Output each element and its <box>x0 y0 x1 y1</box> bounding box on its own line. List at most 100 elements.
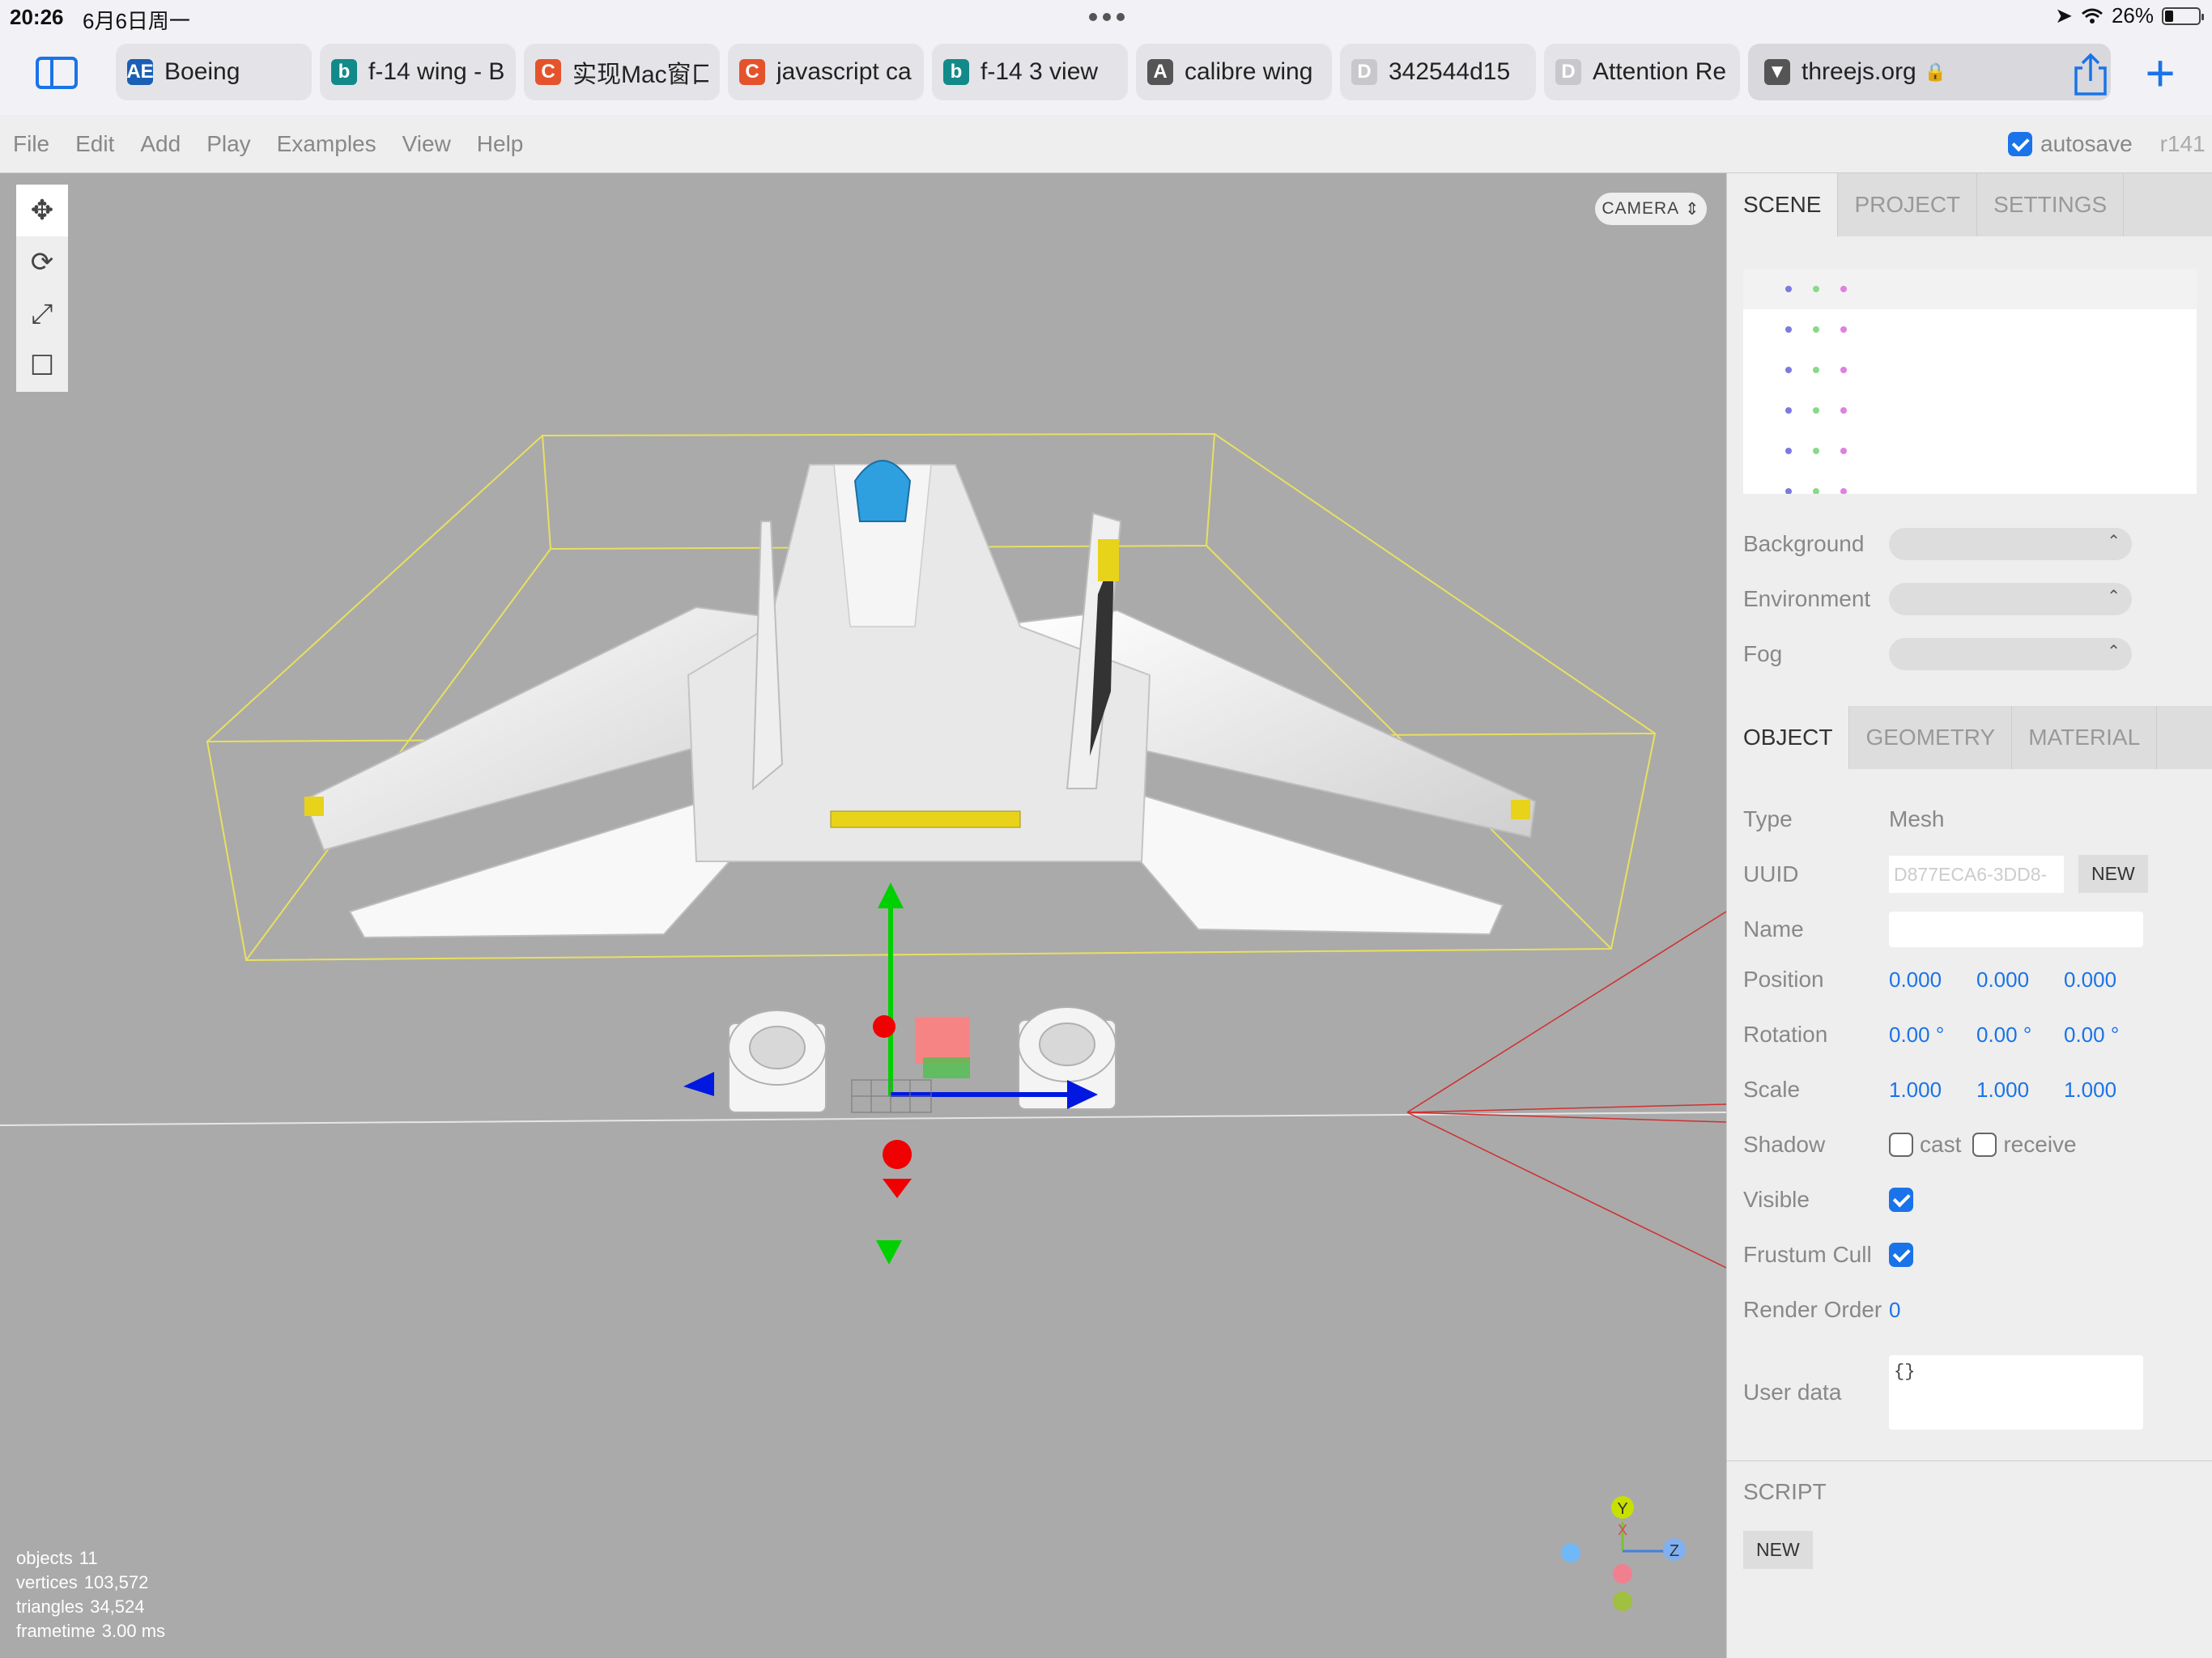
rotation-y[interactable]: 0.00 ° <box>1976 1022 2064 1048</box>
rotation-z[interactable]: 0.00 ° <box>2064 1022 2151 1048</box>
browser-tab[interactable]: b f-14 wing - Bing <box>320 44 516 100</box>
battery-percent: 26% <box>2111 3 2154 28</box>
left-tail <box>751 521 784 791</box>
uuid-field[interactable]: D877ECA6-3DD8- <box>1889 855 2064 893</box>
frustum-cull-checkbox[interactable] <box>1889 1243 1913 1267</box>
scale-x[interactable]: 1.000 <box>1889 1078 1976 1103</box>
render-order-value[interactable]: 0 <box>1889 1298 1976 1323</box>
autosave-checkbox[interactable] <box>2008 132 2032 156</box>
shadow-cast-checkbox[interactable] <box>1889 1133 1913 1157</box>
browser-tab[interactable]: D Attention Re <box>1544 44 1740 100</box>
shadow-row: Shadow cast receive <box>1743 1132 2077 1157</box>
tab-project[interactable]: PROJECT <box>1838 173 1978 236</box>
tab-favicon-icon: D <box>1555 59 1581 85</box>
tab-material[interactable]: MATERIAL <box>2012 706 2158 769</box>
multitasking-dots[interactable] <box>1089 13 1125 21</box>
name-input[interactable] <box>1889 912 2143 947</box>
tab-object[interactable]: OBJECT <box>1727 706 1850 769</box>
environment-select[interactable] <box>1889 583 2132 615</box>
browser-tab[interactable]: AE Boeing <box>116 44 312 100</box>
menu-file[interactable]: File <box>0 131 62 157</box>
script-new-button[interactable]: NEW <box>1743 1531 1813 1569</box>
share-icon[interactable] <box>2071 52 2110 97</box>
type-row: Type Mesh <box>1743 806 1945 831</box>
new-tab-icon[interactable]: + <box>2138 47 2183 99</box>
outliner-row[interactable] <box>1743 471 2197 494</box>
tab-favicon-icon: b <box>943 59 969 85</box>
outliner-dot <box>1840 367 1847 373</box>
menu-help[interactable]: Help <box>464 131 537 157</box>
scale-z[interactable]: 1.000 <box>2064 1078 2151 1103</box>
scale-row: Scale 1.000 1.000 1.000 <box>1743 1077 2151 1103</box>
sidebar-toggle-icon[interactable] <box>36 57 78 89</box>
browser-tab[interactable]: D 342544d15 <box>1340 44 1536 100</box>
outliner-row[interactable] <box>1743 350 2197 390</box>
render-order-row: Render Order 0 <box>1743 1297 1976 1323</box>
scene-canvas[interactable]: Y Z X <box>0 173 1726 1658</box>
user-data-textarea[interactable]: {} <box>1889 1355 2143 1430</box>
outliner-dot <box>1813 488 1819 494</box>
tab-title: Boeing <box>164 58 240 85</box>
position-y[interactable]: 0.000 <box>1976 967 2064 993</box>
tab-geometry[interactable]: GEOMETRY <box>1849 706 2013 769</box>
tab-settings[interactable]: SETTINGS <box>1977 173 2125 236</box>
rotate-icon[interactable]: ⟳ <box>16 236 68 288</box>
outliner-dot <box>1785 448 1792 454</box>
shadow-receive-checkbox[interactable] <box>1972 1133 1997 1157</box>
fog-select[interactable] <box>1889 638 2132 670</box>
autosave-label: autosave <box>2040 131 2133 156</box>
axes-helper: Y Z X <box>1561 1496 1686 1611</box>
status-bar: 20:26 6月6日周一 ➤ 26% <box>0 0 2212 34</box>
outliner-dot <box>1813 367 1819 373</box>
status-time: 20:26 <box>10 5 64 29</box>
tab-title: Attention Re <box>1593 58 1727 85</box>
outliner-row[interactable] <box>1743 269 2197 309</box>
local-icon[interactable]: ☐ <box>16 340 68 392</box>
tab-favicon-icon: C <box>535 59 561 85</box>
menu-examples[interactable]: Examples <box>264 131 389 157</box>
menu-view[interactable]: View <box>389 131 464 157</box>
outliner-dot <box>1840 407 1847 414</box>
menu-play[interactable]: Play <box>194 131 263 157</box>
shadow-receive-label: receive <box>2003 1132 2077 1157</box>
browser-tab[interactable]: b f-14 3 view <box>932 44 1128 100</box>
object-tabs: OBJECT GEOMETRY MATERIAL <box>1727 706 2212 769</box>
outliner-row[interactable] <box>1743 390 2197 431</box>
tab-favicon-icon: ▼ <box>1764 59 1790 85</box>
camera-frustum-lines <box>1406 911 1726 1269</box>
viewport[interactable]: Y Z X ✥ ⟳ ⤢ ☐ CAMERA ⇕ objects 11 vertice… <box>0 173 1726 1658</box>
axis-x-label: X <box>1618 1522 1627 1538</box>
outliner-row[interactable] <box>1743 431 2197 471</box>
editor-menubar: File Edit Add Play Examples View Help autosave… <box>0 115 2212 173</box>
browser-tab[interactable]: ▼ threejs.org 🔒 <box>1748 44 2111 100</box>
browser-tab[interactable]: Cjavascript canvas <box>728 44 924 100</box>
tab-title: javascript canvas <box>776 58 912 85</box>
revision-label: r141 <box>2159 131 2206 156</box>
script-panel: SCRIPT NEW <box>1727 1460 2212 1569</box>
browser-tab[interactable]: C 实现Mac窗口 <box>524 44 720 100</box>
outliner-dot <box>1840 448 1847 454</box>
outliner-row[interactable] <box>1743 309 2197 350</box>
move-icon[interactable]: ✥ <box>16 185 68 236</box>
axis-y-label: Y <box>1617 1500 1627 1518</box>
camera-select[interactable]: CAMERA ⇕ <box>1595 193 1707 225</box>
tab-title: f-14 3 view <box>981 58 1099 85</box>
uuid-new-button[interactable]: NEW <box>2078 855 2148 893</box>
rotation-x[interactable]: 0.00 ° <box>1889 1022 1976 1048</box>
scale-y[interactable]: 1.000 <box>1976 1078 2064 1103</box>
menu-add[interactable]: Add <box>127 131 194 157</box>
position-z[interactable]: 0.000 <box>2064 967 2151 993</box>
position-x[interactable]: 0.000 <box>1889 967 1976 993</box>
tab-scene[interactable]: SCENE <box>1727 173 1839 236</box>
background-row: Background <box>1743 528 2132 560</box>
axis-z-label: Z <box>1670 1542 1679 1560</box>
autosave-toggle[interactable]: autosave r141 <box>2008 131 2206 157</box>
visible-row: Visible <box>1743 1187 1913 1213</box>
visible-checkbox[interactable] <box>1889 1188 1913 1212</box>
rotation-row: Rotation 0.00 ° 0.00 ° 0.00 ° <box>1743 1022 2151 1048</box>
scale-icon[interactable]: ⤢ <box>16 288 68 340</box>
browser-tab[interactable]: Acalibre wing <box>1136 44 1332 100</box>
background-select[interactable] <box>1889 528 2132 560</box>
scene-outliner[interactable] <box>1743 269 2197 494</box>
menu-edit[interactable]: Edit <box>62 131 127 157</box>
